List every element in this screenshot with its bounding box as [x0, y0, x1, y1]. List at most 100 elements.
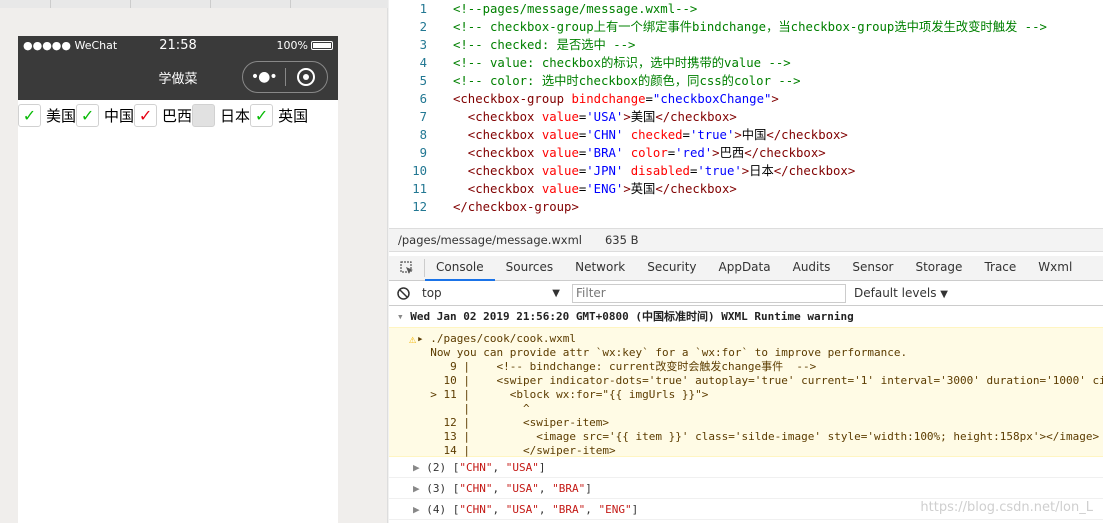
warning-line: > 11 | <block wx:for="{{ imgUrls }}">	[417, 388, 709, 401]
code-line: 7 <checkbox value='USA'>美国</checkbox>	[389, 108, 1103, 126]
context-select[interactable]: top ▼	[416, 283, 566, 303]
code-token: 英国	[630, 182, 656, 196]
line-number: 5	[419, 74, 427, 88]
warning-header[interactable]: ▾ Wed Jan 02 2019 21:56:20 GMT+0800 (中国标…	[389, 306, 1103, 327]
log-levels-label: Default levels	[854, 286, 937, 300]
log-value: "USA"	[505, 503, 539, 516]
expand-arrow-icon: ▶	[413, 482, 427, 495]
file-info-bar: /pages/message/message.wxml 635 B	[389, 228, 1103, 252]
expand-arrow-icon: ▶	[413, 461, 427, 474]
checkbox-group: ✓ 美国 ✓ 中国 ✓ 巴西 日本 ✓ 英国	[18, 100, 338, 127]
log-value: "BRA"	[552, 482, 586, 495]
battery-icon	[311, 41, 333, 50]
code-line: 5 <!-- color: 选中时checkbox的颜色，同css的color -…	[389, 72, 1103, 90]
line-number: 4	[419, 56, 427, 70]
code-token: 中国	[741, 128, 767, 142]
log-value: "USA"	[505, 482, 539, 495]
tab-sensor[interactable]: Sensor	[841, 256, 904, 281]
line-number: 10	[412, 164, 427, 178]
checkbox-item[interactable]: ✓ 英国	[250, 104, 308, 127]
close-miniprogram-icon[interactable]	[286, 68, 328, 86]
checkbox-item[interactable]: 日本	[192, 104, 250, 127]
code-token: <!-- value: checkbox的标识，选中时携带的value -->	[453, 56, 791, 70]
tab-wxml[interactable]: Wxml	[1027, 256, 1083, 281]
code-token: <checkbox	[453, 110, 542, 124]
warning-icon: ⚠	[409, 332, 417, 346]
warning-line: 12 | <swiper-item>	[417, 416, 610, 429]
line-number: 11	[412, 182, 427, 196]
code-token: <!-- color: 选中时checkbox的颜色，同css的color --…	[453, 74, 801, 88]
warning-line: | ^	[417, 402, 530, 415]
log-prefix: (3) [	[426, 482, 460, 495]
tab-console[interactable]: Console	[425, 255, 495, 281]
code-editor[interactable]: 1 <!--pages/message/message.wxml--> 2 <!-- …	[389, 0, 1103, 228]
code-token: "checkboxChange"	[652, 92, 772, 106]
inspect-icon[interactable]	[389, 259, 425, 277]
log-value: "BRA"	[552, 503, 586, 516]
code-token: 'USA'	[586, 110, 624, 124]
code-token: >	[712, 146, 720, 160]
log-levels-select[interactable]: Default levels ▼	[854, 286, 948, 300]
line-number: 12	[412, 200, 427, 214]
warning-header-text: Wed Jan 02 2019 21:56:20 GMT+0800 (中国标准时…	[410, 310, 854, 323]
code-line: 2 <!-- checkbox-group上有一个绑定事件bindchange，当…	[389, 18, 1103, 36]
tab-sources[interactable]: Sources	[495, 256, 564, 281]
tab-audits[interactable]: Audits	[782, 256, 842, 281]
checkbox-label: 日本	[220, 107, 251, 125]
code-token: >	[734, 128, 742, 142]
checkbox-item[interactable]: ✓ 巴西	[134, 104, 192, 127]
checkmark-icon[interactable]: ✓	[18, 104, 41, 127]
dropdown-arrow-icon: ▼	[552, 287, 560, 299]
console-output: ▾ Wed Jan 02 2019 21:56:20 GMT+0800 (中国标…	[389, 306, 1103, 523]
clear-console-icon[interactable]	[397, 286, 410, 300]
status-bar: ●●●●● WeChat 21:58 100%	[18, 36, 338, 55]
code-token: 美国	[630, 110, 656, 124]
checkbox-item[interactable]: ✓ 美国	[18, 104, 76, 127]
code-token: 'true'	[697, 164, 742, 178]
checkbox-item[interactable]: ✓ 中国	[76, 104, 134, 127]
checkmark-icon[interactable]: ✓	[76, 104, 100, 127]
line-number: 8	[419, 128, 427, 142]
tab-network[interactable]: Network	[564, 256, 636, 281]
filter-input[interactable]: Filter	[572, 283, 846, 303]
code-token: </checkbox>	[655, 182, 737, 196]
code-token: =	[645, 92, 653, 106]
watermark: https://blog.csdn.net/lon_L	[920, 500, 1093, 515]
warning-line: 14 | </swiper-item>	[417, 444, 616, 457]
checkbox-label: 英国	[278, 107, 309, 125]
code-token: value	[541, 164, 579, 178]
code-line: 4 <!-- value: checkbox的标识，选中时携带的value -->	[389, 54, 1103, 72]
tab-appdata[interactable]: AppData	[708, 256, 782, 281]
code-token: <checkbox-group	[453, 92, 572, 106]
tab-security[interactable]: Security	[636, 256, 707, 281]
warning-line: ▸ ./pages/cook/cook.wxml	[417, 332, 576, 345]
code-token: <!--pages/message/message.wxml-->	[453, 2, 698, 16]
code-token: value	[541, 110, 579, 124]
code-token: 'BRA'	[586, 146, 631, 160]
tab-storage[interactable]: Storage	[904, 256, 973, 281]
log-entry[interactable]: ▶ (3) ["CHN", "USA", "BRA"]	[389, 478, 1103, 499]
code-token: =	[682, 128, 690, 142]
code-token: <!-- checkbox-group上有一个绑定事件bindchange，当c…	[453, 20, 1047, 34]
file-size: 635 B	[604, 233, 639, 247]
page-title: 学做菜	[158, 72, 198, 87]
line-number: 1	[419, 2, 427, 16]
checkbox-box[interactable]	[192, 104, 216, 127]
log-value: "CHN"	[459, 503, 493, 516]
warning-line: 9 | <!-- bindchange: current改变时会触发change…	[417, 360, 817, 373]
log-prefix: (2) [	[426, 461, 460, 474]
warning-line: 13 | <image src='{{ item }}' class='sild…	[417, 430, 1100, 443]
checkmark-icon[interactable]: ✓	[134, 104, 158, 127]
tab-trace[interactable]: Trace	[973, 256, 1027, 281]
checkbox-label: 中国	[104, 107, 135, 125]
checkbox-label: 美国	[46, 107, 77, 125]
log-entry[interactable]: ▶ (2) ["CHN", "USA"]	[389, 457, 1103, 478]
phone-simulator: ●●●●● WeChat 21:58 100% 学做菜 •●• ✓ 美国 ✓ 中国 ✓ 巴…	[18, 36, 338, 523]
code-token: bindchange	[571, 92, 646, 106]
code-token: disabled	[630, 164, 690, 178]
more-icon[interactable]: •●•	[243, 69, 285, 85]
log-value: "CHN"	[459, 461, 493, 474]
log-value: "USA"	[505, 461, 539, 474]
checkmark-icon[interactable]: ✓	[250, 104, 274, 127]
line-number: 6	[419, 92, 427, 106]
